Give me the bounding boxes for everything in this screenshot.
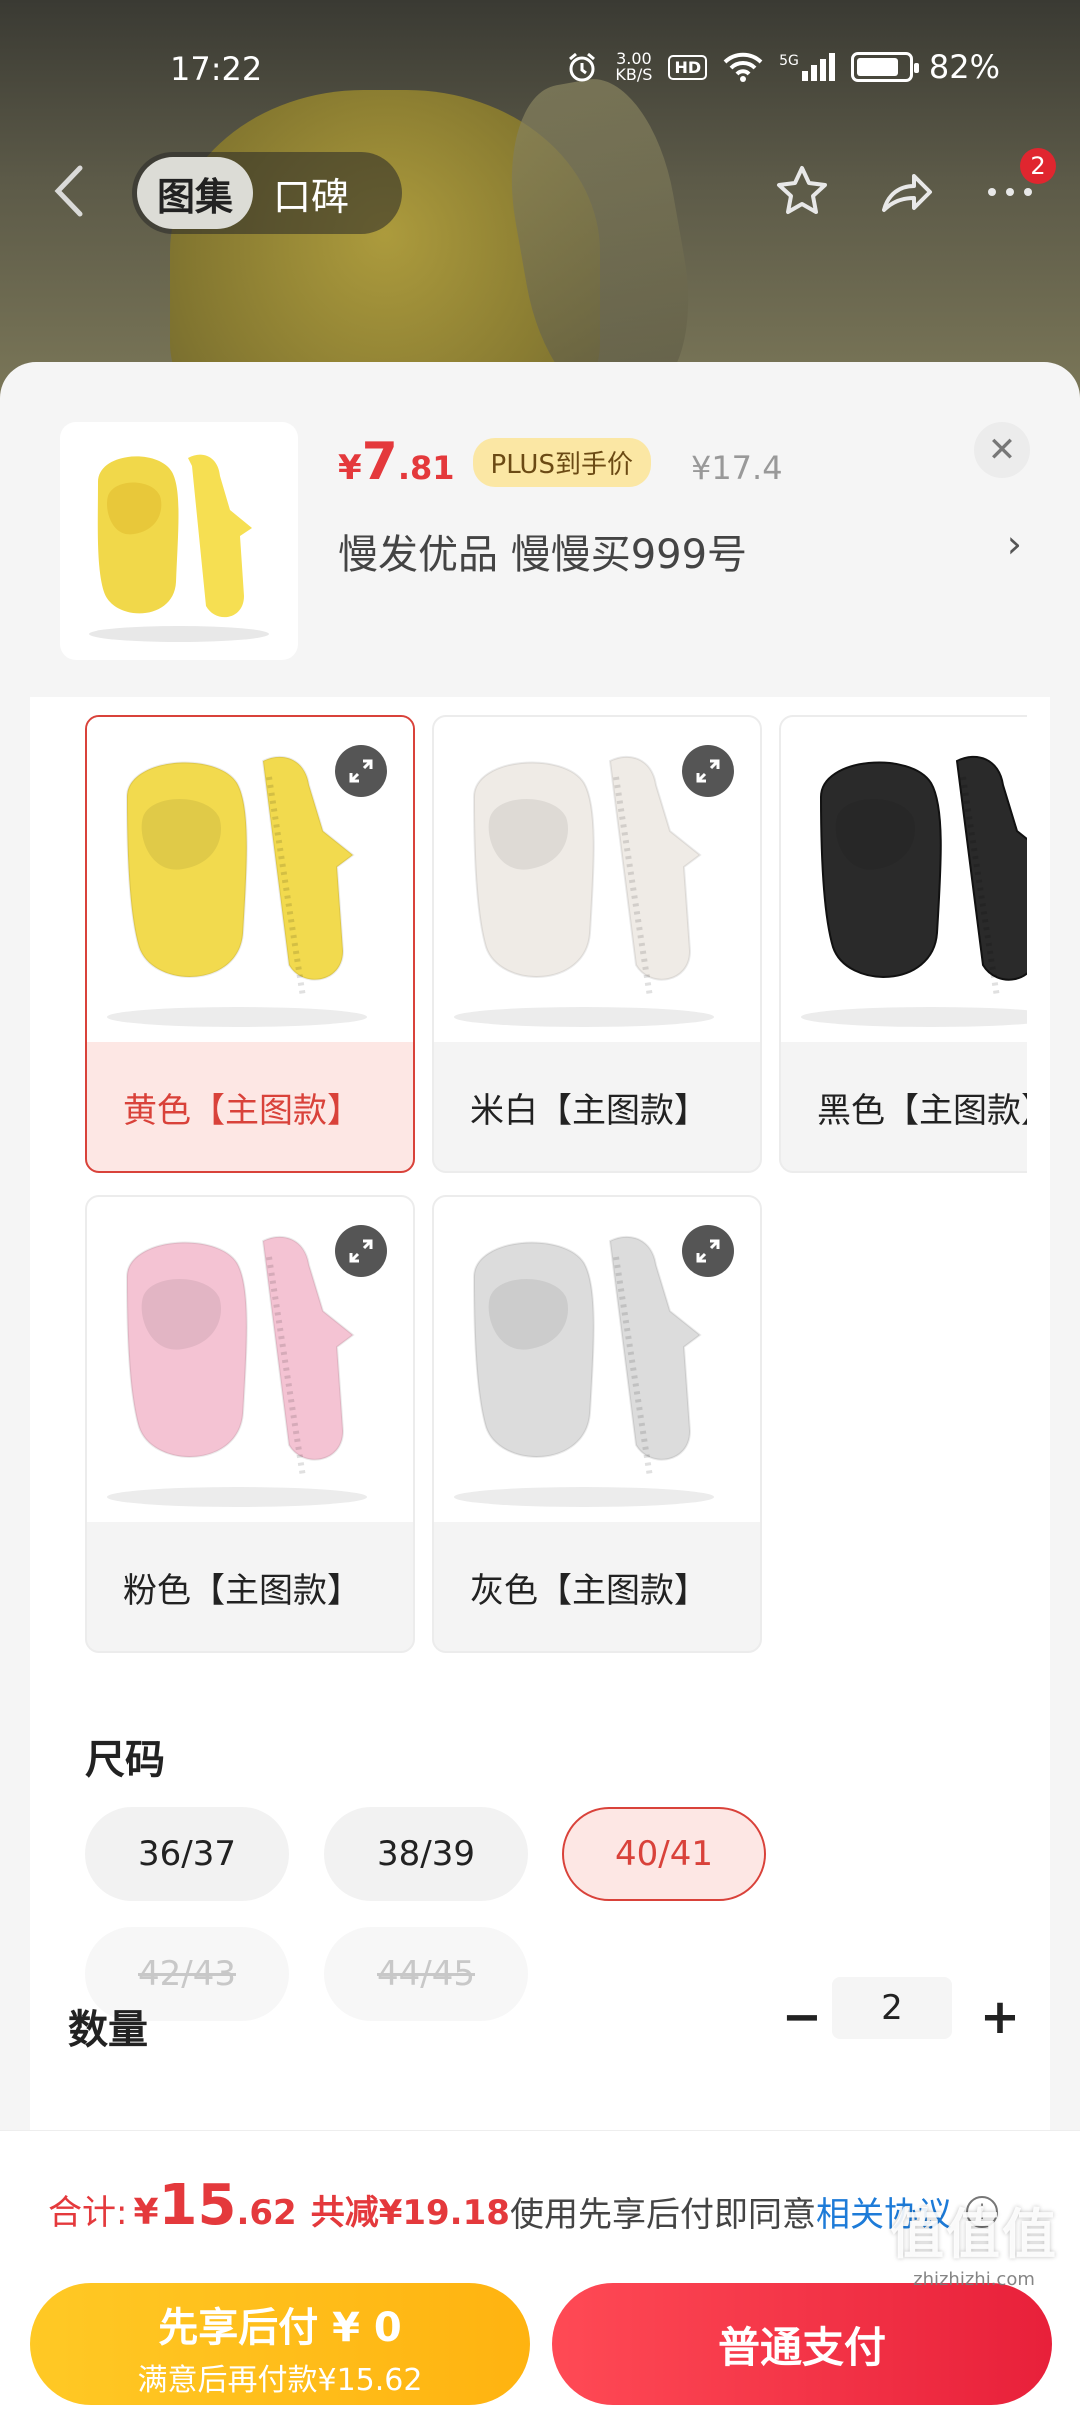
color-option-label: 灰色【主图款】 — [470, 1570, 708, 1611]
agreement-text: 使用先享后付即同意 — [510, 2195, 816, 2235]
order-total: 合计: ¥ 15 .62 共减¥19.18 — [48, 2173, 510, 2238]
quantity-title: 数量 — [68, 2007, 148, 2053]
total-integer: 15 — [158, 2173, 237, 2238]
wifi-icon — [723, 52, 763, 82]
size-option-chip: 44/45 — [324, 1927, 528, 2021]
quantity-increase-button[interactable]: + — [970, 1987, 1030, 2047]
color-option-card[interactable]: 粉色【主图款】 — [85, 1195, 415, 1653]
color-option-card[interactable]: 黄色【主图款】 — [85, 715, 415, 1173]
tab-gallery[interactable]: 图集 — [137, 157, 254, 229]
pay-later-title: 先享后付 ¥ 0 — [158, 2305, 402, 2351]
expand-icon[interactable] — [682, 745, 734, 797]
battery-icon — [850, 52, 919, 82]
size-option-chip[interactable]: 36/37 — [85, 1807, 289, 1901]
sku-header: ¥7.81 PLUS到手价 ¥17.4 ✕ 慢发优品 慢慢买999号 › — [0, 362, 1080, 702]
more-badge: 2 — [1020, 148, 1056, 184]
chevron-right-icon[interactable]: › — [1007, 522, 1022, 566]
expand-icon[interactable] — [682, 1225, 734, 1277]
color-option-label: 粉色【主图款】 — [123, 1570, 361, 1611]
original-price: ¥17.4 — [690, 449, 783, 487]
price-decimal: .81 — [397, 449, 455, 487]
slipper-image — [89, 454, 269, 642]
pay-later-subtitle: 满意后再付款¥15.62 — [137, 2363, 423, 2398]
total-discount: 共减¥19.18 — [310, 2193, 510, 2233]
alarm-icon — [569, 52, 596, 82]
price-integer: 7 — [361, 432, 398, 492]
signal-label: 5G — [779, 53, 799, 69]
normal-pay-button[interactable]: 普通支付 — [552, 2283, 1052, 2405]
quantity-decrease-button[interactable]: − — [772, 1987, 832, 2047]
price-currency: ¥ — [338, 448, 362, 488]
size-title: 尺码 — [85, 1737, 165, 1783]
product-thumbnail[interactable] — [60, 422, 298, 660]
hd-icon: HD — [668, 54, 708, 80]
nav-bar: 图集 口碑 2 — [0, 148, 1080, 234]
size-option-chip[interactable]: 38/39 — [324, 1807, 528, 1901]
color-option-image — [781, 717, 1027, 1042]
color-option-label: 米白【主图款】 — [470, 1090, 708, 1131]
size-option-chip[interactable]: 40/41 — [562, 1807, 766, 1901]
color-options: 黄色【主图款】 米白【主图款】 黑色【主图款】粉色【主图款】 灰色【主图款】 — [85, 715, 1027, 1690]
tab-reviews[interactable]: 口碑 — [253, 157, 369, 229]
more-icon[interactable]: 2 — [980, 148, 1056, 222]
battery-level — [856, 58, 898, 76]
quantity-input[interactable]: 2 — [832, 1977, 952, 2039]
watermark-url: zhizhizhi.com — [913, 2269, 1035, 2290]
price-row: ¥7.81 PLUS到手价 ¥17.4 — [338, 432, 783, 493]
color-option-card[interactable]: 黑色【主图款】 — [779, 715, 1027, 1173]
total-currency: ¥ — [133, 2192, 159, 2233]
expand-icon[interactable] — [335, 745, 387, 797]
star-icon[interactable] — [772, 162, 832, 222]
nav-actions: 2 — [772, 148, 1056, 234]
plus-price: ¥7.81 — [338, 432, 455, 492]
color-option-label: 黑色【主图款】 — [817, 1090, 1027, 1131]
status-icons: 3.00 KB/S HD 5G 82% — [565, 48, 1000, 86]
back-arrow-icon[interactable] — [52, 164, 86, 231]
signal-icon: 5G — [779, 53, 835, 81]
color-option-card[interactable]: 米白【主图款】 — [432, 715, 762, 1173]
expand-icon[interactable] — [335, 1225, 387, 1277]
total-decimal: .62 — [236, 2193, 297, 2233]
total-label: 合计: — [48, 2193, 128, 2233]
watermark: 值值值 zhizhizhi.com — [890, 2190, 1058, 2290]
color-option-label: 黄色【主图款】 — [123, 1090, 361, 1131]
gallery-tab-switch: 图集 口碑 — [132, 152, 402, 234]
color-option-card[interactable]: 灰色【主图款】 — [432, 1195, 762, 1653]
plus-price-tag: PLUS到手价 — [472, 438, 651, 487]
share-icon[interactable] — [876, 162, 936, 222]
close-button[interactable]: ✕ — [974, 422, 1030, 478]
status-time: 17:22 — [170, 50, 263, 88]
watermark-logo: 值值值 — [890, 2203, 1058, 2266]
network-speed: 3.00 KB/S — [615, 51, 652, 83]
sku-bottom-sheet: ¥7.81 PLUS到手价 ¥17.4 ✕ 慢发优品 慢慢买999号 › 黄色【… — [0, 362, 1080, 2412]
shop-name[interactable]: 慢发优品 慢慢买999号 — [338, 522, 747, 580]
pay-later-button[interactable]: 先享后付 ¥ 0 满意后再付款¥15.62 — [30, 2283, 530, 2405]
network-speed-unit: KB/S — [615, 65, 653, 84]
battery-percent: 82% — [928, 48, 1000, 86]
status-bar: 17:22 3.00 KB/S HD 5G 82% — [0, 40, 1080, 100]
